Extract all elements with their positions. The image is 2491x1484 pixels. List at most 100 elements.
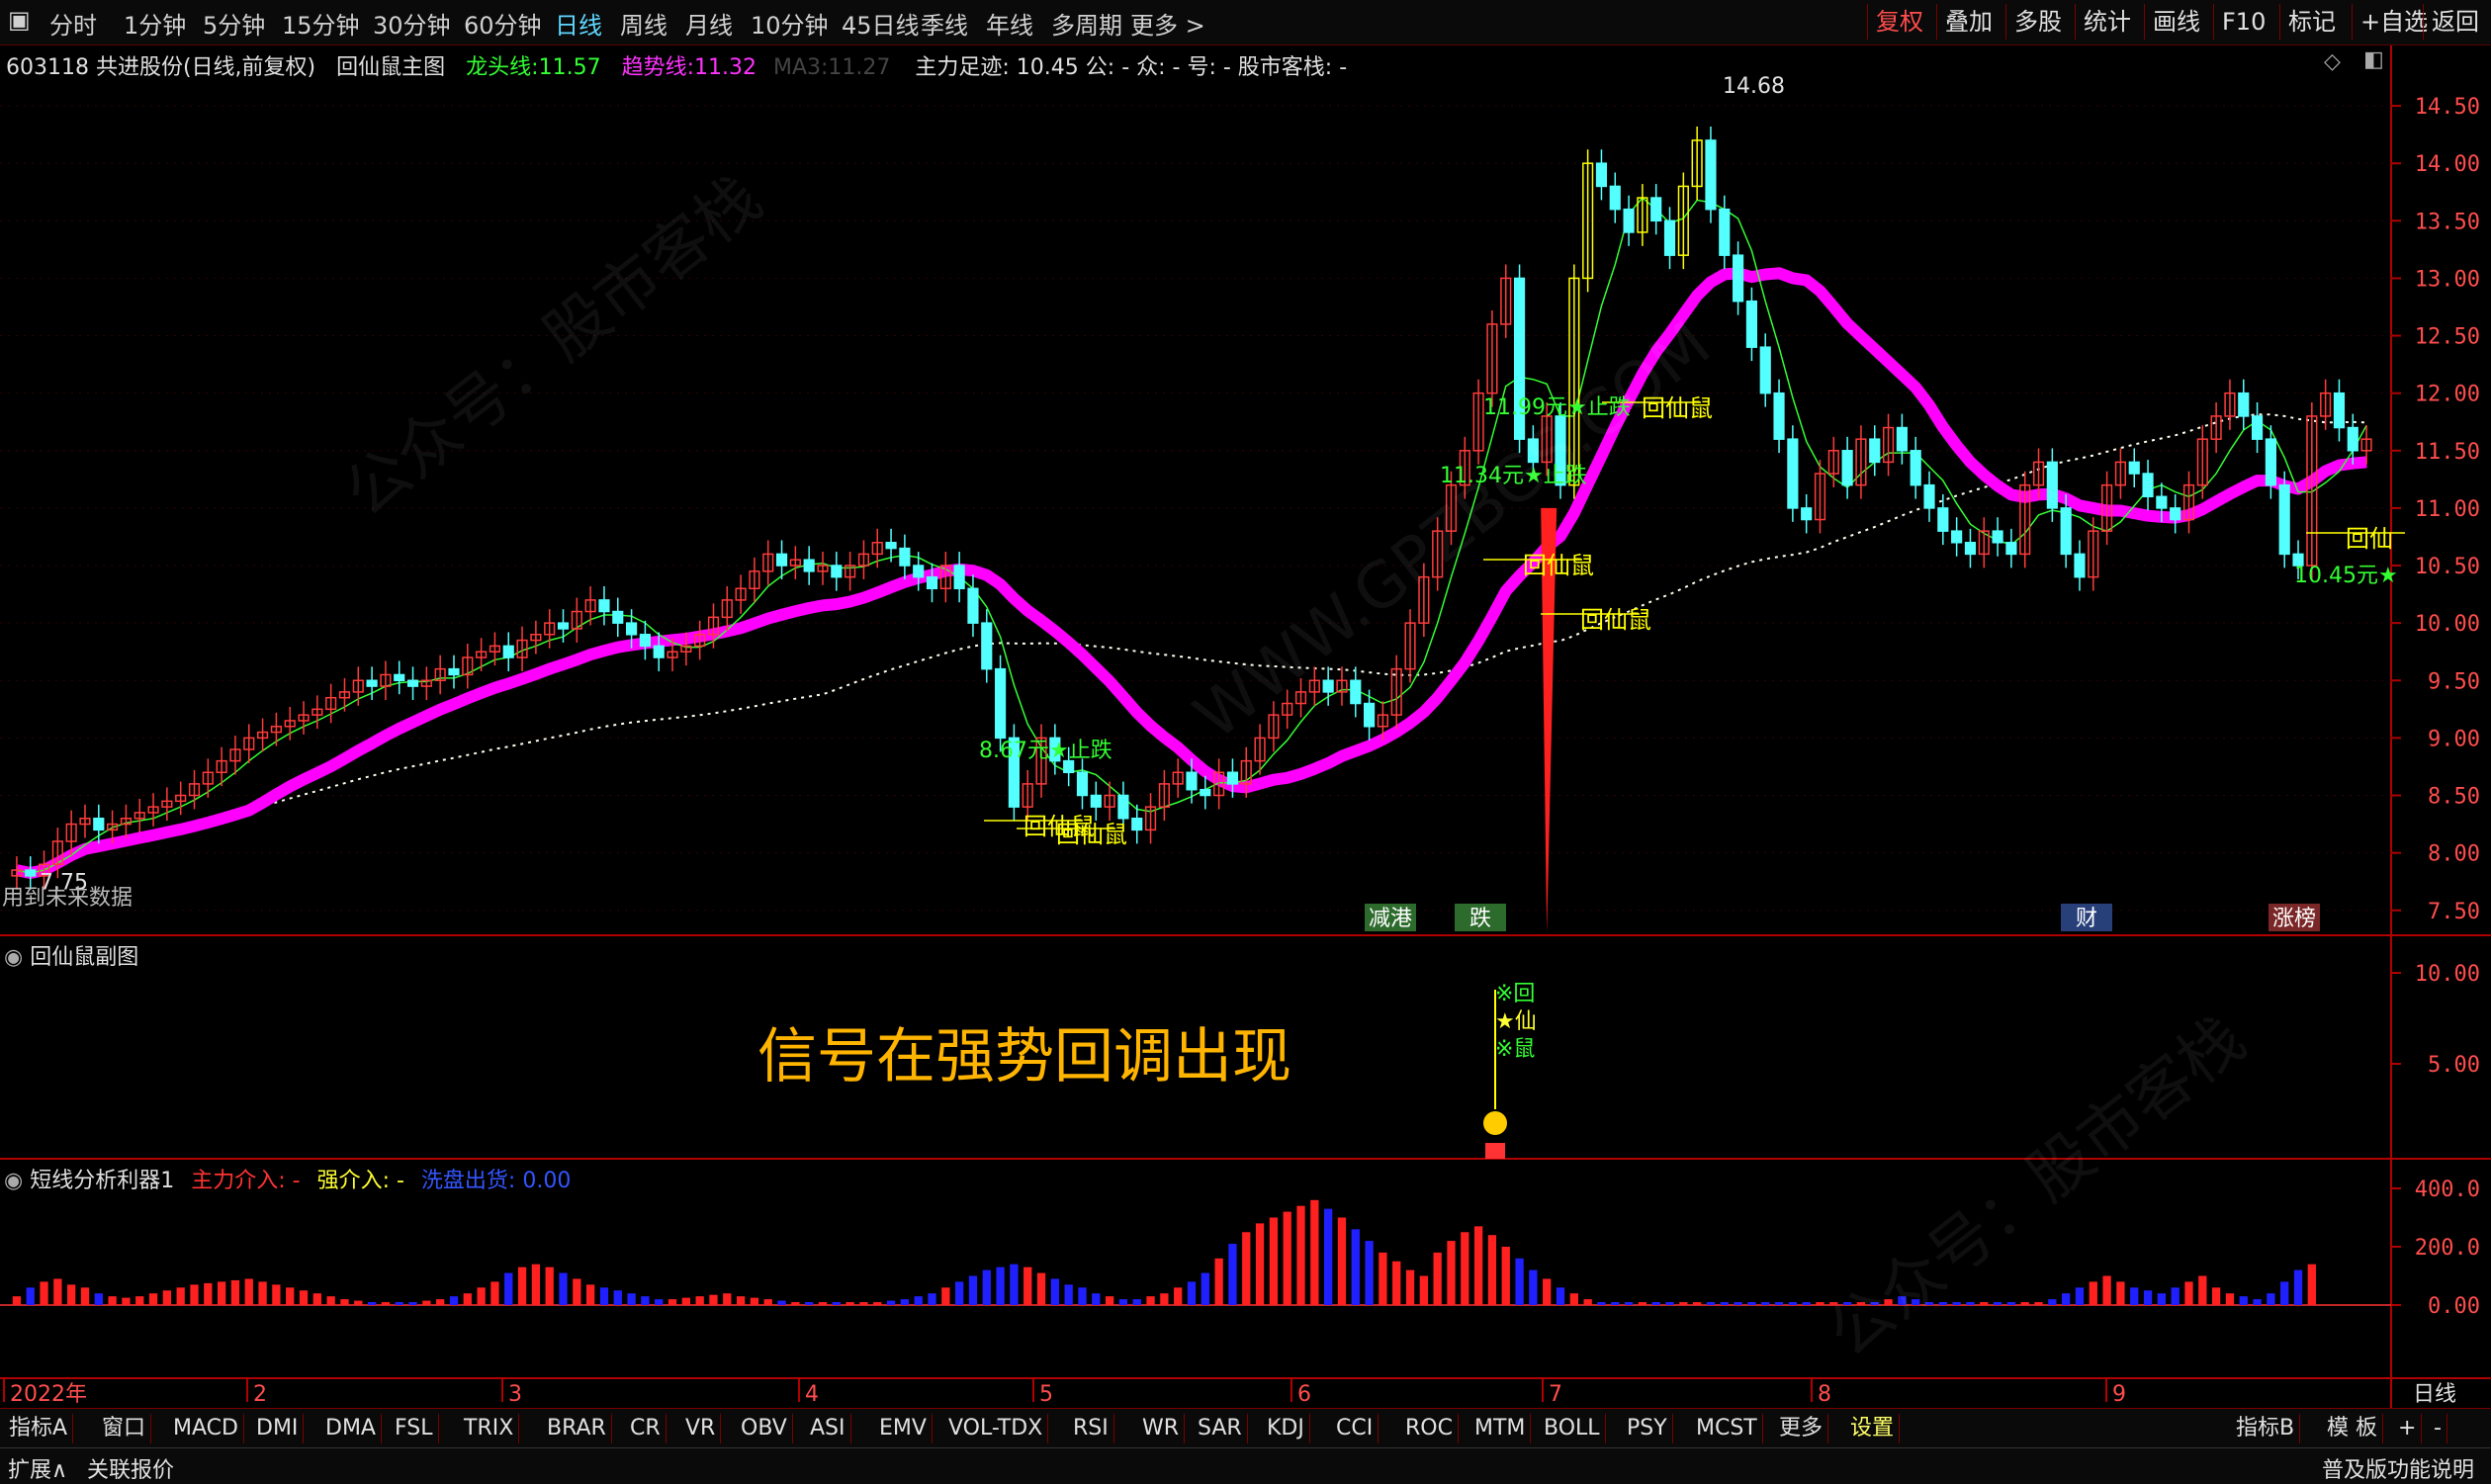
indicator-tab[interactable]: MCST xyxy=(1691,1414,1763,1443)
indicator-tab[interactable]: BRAR xyxy=(542,1414,612,1443)
volume-bar xyxy=(2198,1275,2207,1305)
expand-button[interactable]: 扩展∧ xyxy=(8,1452,67,1484)
candle-body xyxy=(1910,450,1921,486)
volume-bar xyxy=(1092,1293,1101,1305)
period-tab[interactable]: 45日线 xyxy=(842,6,920,41)
toolbar-tab[interactable]: 多股 xyxy=(2005,4,2070,40)
indicator-tab[interactable]: RSI xyxy=(1068,1414,1114,1443)
volume-bar xyxy=(340,1299,349,1305)
x-tick-label: 9 xyxy=(2112,1382,2126,1407)
period-tab[interactable]: 60分钟 xyxy=(464,6,542,41)
period-tab[interactable]: 30分钟 xyxy=(373,6,451,41)
candle-body xyxy=(803,559,815,572)
indicator-tab[interactable]: MACD xyxy=(168,1414,244,1443)
indicator-tab[interactable]: CR xyxy=(625,1414,667,1443)
y-tick-label: 10.50 xyxy=(2415,555,2480,579)
volume-bar xyxy=(1501,1247,1510,1305)
period-tab[interactable]: 多周期 xyxy=(1051,6,1122,41)
indicator-tab[interactable]: PSY xyxy=(1622,1414,1673,1443)
candle-body xyxy=(1869,438,1881,464)
volume-bar xyxy=(367,1302,377,1305)
volume-bar xyxy=(1214,1258,1223,1305)
signal-label: 回仙鼠 xyxy=(1642,394,1713,422)
period-tab[interactable]: 更多 > xyxy=(1130,6,1205,41)
indicator-tab[interactable]: 模 板 xyxy=(2322,1414,2383,1443)
volume-bar xyxy=(641,1296,650,1305)
volume-bar xyxy=(1105,1296,1114,1305)
function-help-link[interactable]: 普及版功能说明 xyxy=(2322,1452,2474,1484)
volume-bar xyxy=(818,1302,828,1305)
indicator-tab[interactable]: DMI xyxy=(251,1414,305,1443)
indicator-tab[interactable]: ASI xyxy=(805,1414,851,1443)
volume-bar xyxy=(1816,1302,1824,1305)
kline-chart[interactable]: 7.50 8.00 8.50 9.00 9.50 10.00 10.50 11.00 11.50… xyxy=(0,45,2491,1408)
candle-body xyxy=(366,679,378,687)
related-quotes-button[interactable]: 关联报价 xyxy=(87,1452,174,1484)
toolbar-tab[interactable]: 复权 xyxy=(1867,4,1931,40)
indicator-tab[interactable]: VOL-TDX xyxy=(943,1414,1049,1443)
candle-body xyxy=(25,869,37,877)
volume-bar xyxy=(1419,1275,1428,1305)
period-tab[interactable]: 年线 xyxy=(986,6,1033,41)
period-tab[interactable]: 月线 xyxy=(685,6,733,41)
toolbar-tab[interactable]: 标记 xyxy=(2279,4,2344,40)
period-tab[interactable]: 10分钟 xyxy=(751,6,829,41)
x-tick-label: 7 xyxy=(1549,1382,1562,1407)
volume-bar xyxy=(2239,1296,2248,1305)
period-tab[interactable]: 日线 xyxy=(555,6,602,41)
volume-bar xyxy=(1556,1287,1565,1305)
indicator-tab[interactable]: WR xyxy=(1137,1414,1186,1443)
indicator-tab[interactable]: DMA xyxy=(320,1414,382,1443)
volume-bar xyxy=(1392,1261,1401,1305)
volume-bar xyxy=(2116,1281,2125,1305)
indicator-tab[interactable]: 指标B xyxy=(2231,1414,2301,1443)
indicator-tab[interactable]: VR xyxy=(680,1414,722,1443)
period-tab[interactable]: 5分钟 xyxy=(203,6,265,41)
toolbar-tab[interactable]: F10 xyxy=(2213,4,2273,40)
indicator-tab[interactable]: FSL xyxy=(390,1414,439,1443)
candle-body xyxy=(831,565,843,578)
indicator-tab[interactable]: + xyxy=(2393,1414,2423,1443)
indicator-tab[interactable]: CCI xyxy=(1331,1414,1379,1443)
volume-bar xyxy=(40,1281,48,1305)
indicator-tab[interactable]: TRIX xyxy=(459,1414,520,1443)
indicator-tab[interactable]: EMV xyxy=(874,1414,933,1443)
indicator-tab[interactable]: SAR xyxy=(1193,1414,1248,1443)
indicator-tab[interactable]: ROC xyxy=(1400,1414,1459,1443)
volume-bar xyxy=(1201,1272,1209,1305)
period-tab[interactable]: 周线 xyxy=(620,6,667,41)
indicator-tab[interactable]: MTM xyxy=(1469,1414,1532,1443)
signal-label: 回仙鼠 xyxy=(1056,821,1127,848)
volume-bar xyxy=(1802,1302,1811,1305)
volume-bar xyxy=(1734,1302,1742,1305)
volume-bar xyxy=(982,1269,991,1305)
period-tab[interactable]: 分时 xyxy=(49,6,97,41)
indicator-tab[interactable]: 窗口 xyxy=(97,1414,152,1443)
indicator-tab[interactable]: BOLL xyxy=(1539,1414,1606,1443)
toolbar-tab[interactable]: 叠加 xyxy=(1936,4,2001,40)
candle-body xyxy=(1076,771,1089,797)
toolbar-tab[interactable]: 返回 xyxy=(2423,4,2487,40)
indicator-tab[interactable]: - xyxy=(2429,1414,2447,1443)
indicator-tab[interactable]: 指标A xyxy=(4,1414,74,1443)
indicator-tab[interactable]: 设置 xyxy=(1845,1414,1901,1443)
period-tab[interactable]: 15分钟 xyxy=(282,6,360,41)
candle-body xyxy=(1896,426,1908,452)
volume-bar xyxy=(1447,1241,1456,1305)
volume-bar xyxy=(204,1282,213,1305)
volume-bar xyxy=(1856,1302,1866,1305)
volume-bar xyxy=(736,1296,746,1305)
volume-bar xyxy=(354,1300,363,1305)
volume-bar xyxy=(2048,1299,2057,1305)
window-menu-icon[interactable]: ▣ xyxy=(8,6,31,34)
indicator-tab[interactable]: KDJ xyxy=(1262,1414,1310,1443)
indicator-tab[interactable]: 更多 xyxy=(1774,1414,1829,1443)
volume-bar xyxy=(1132,1299,1141,1305)
candle-body xyxy=(1733,254,1744,303)
toolbar-tab[interactable]: 统计 xyxy=(2075,4,2139,40)
period-tab[interactable]: 季线 xyxy=(921,6,968,41)
volume-bar xyxy=(1160,1293,1169,1305)
period-tab[interactable]: 1分钟 xyxy=(124,6,186,41)
toolbar-tab[interactable]: 画线 xyxy=(2144,4,2208,40)
indicator-tab[interactable]: OBV xyxy=(736,1414,793,1443)
